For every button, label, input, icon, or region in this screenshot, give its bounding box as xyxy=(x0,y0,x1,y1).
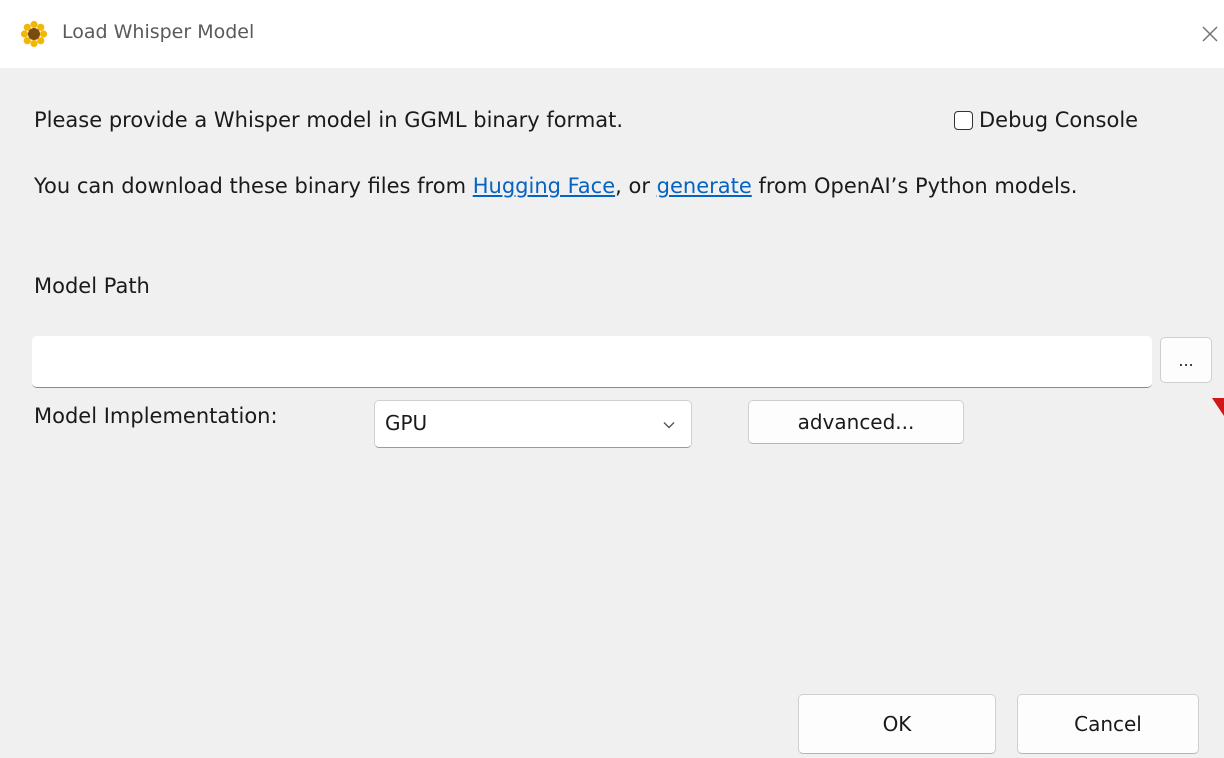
browse-button[interactable]: ... xyxy=(1160,337,1212,383)
download-info-text: You can download these binary files from… xyxy=(34,168,1184,204)
sunflower-icon xyxy=(20,20,48,48)
debug-console-checkbox[interactable]: Debug Console xyxy=(954,102,1138,138)
close-icon[interactable] xyxy=(1196,14,1224,54)
hugging-face-link[interactable]: Hugging Face xyxy=(473,174,615,198)
title-bar: Load Whisper Model xyxy=(0,0,1224,68)
checkbox-box[interactable] xyxy=(954,110,973,130)
cancel-button[interactable]: Cancel xyxy=(1017,694,1199,754)
model-path-input[interactable] xyxy=(32,336,1152,388)
model-implementation-label: Model Implementation: xyxy=(34,404,278,428)
debug-console-label: Debug Console xyxy=(979,108,1139,132)
info-suffix: from OpenAI’s Python models. xyxy=(751,174,1078,198)
generate-link[interactable]: generate xyxy=(657,174,752,198)
model-implementation-select[interactable]: GPU xyxy=(374,400,692,448)
info-prefix: You can download these binary files from xyxy=(34,174,473,198)
cursor-arrow-icon xyxy=(1212,398,1224,416)
dialog-body: Please provide a Whisper model in GGML b… xyxy=(0,68,1224,758)
ok-button[interactable]: OK xyxy=(798,694,996,754)
load-whisper-model-dialog: Load Whisper Model Please provide a Whis… xyxy=(0,0,1224,758)
advanced-button[interactable]: advanced... xyxy=(748,400,964,444)
selected-implementation: GPU xyxy=(385,411,428,435)
intro-text: Please provide a Whisper model in GGML b… xyxy=(34,108,624,132)
window-title: Load Whisper Model xyxy=(62,21,255,43)
chevron-down-icon xyxy=(663,422,675,429)
info-middle: , or xyxy=(615,174,657,198)
model-path-label: Model Path xyxy=(34,274,150,298)
